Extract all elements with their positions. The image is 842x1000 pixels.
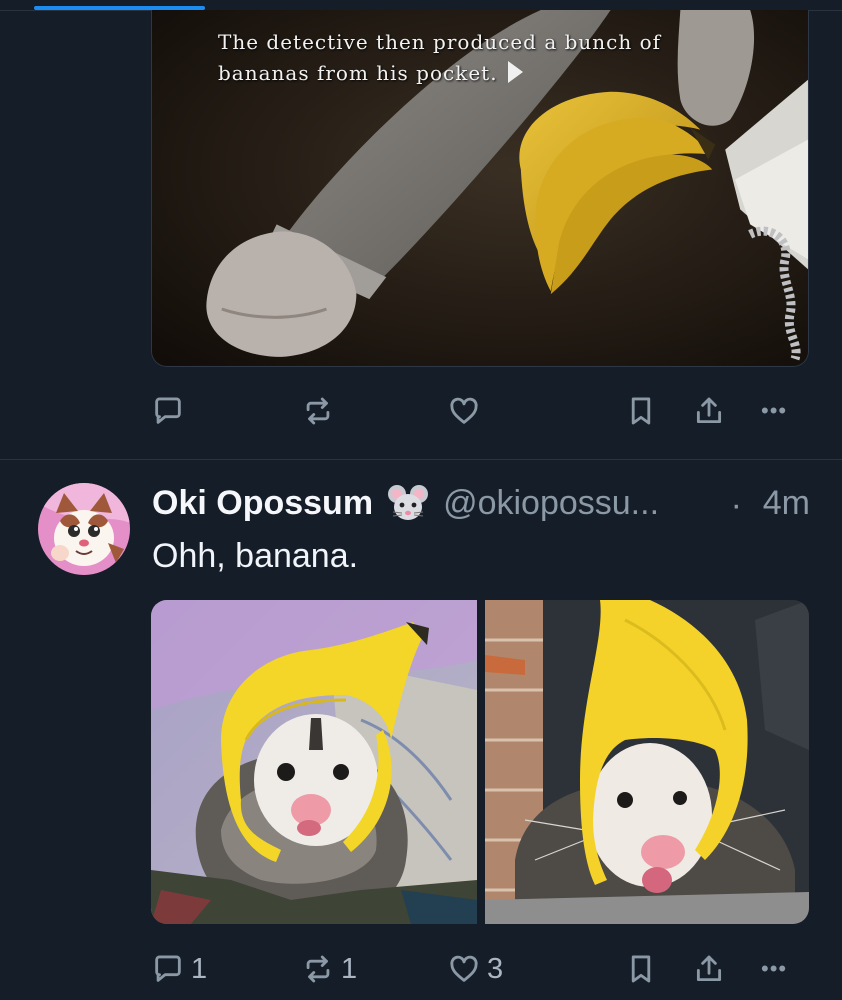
like-button[interactable] bbox=[447, 393, 487, 429]
avatar[interactable] bbox=[38, 483, 130, 575]
reply-icon bbox=[155, 397, 181, 424]
dialogue-caption: The detective then produced a bunch of b… bbox=[218, 27, 688, 89]
meta-separator: · bbox=[730, 486, 742, 524]
more-icon: ••• bbox=[761, 956, 788, 981]
post-divider bbox=[0, 459, 842, 460]
like-count: 3 bbox=[487, 952, 504, 985]
reply-button[interactable] bbox=[151, 393, 191, 429]
post-image-game-screenshot[interactable]: The detective then produced a bunch of b… bbox=[151, 10, 809, 367]
bookmark-icon bbox=[631, 397, 651, 425]
caption-line-1: The detective then produced a bunch of bbox=[218, 30, 662, 54]
repost-button[interactable]: 1 bbox=[301, 951, 357, 987]
reply-button[interactable]: 1 bbox=[151, 951, 207, 987]
bookmark-button[interactable] bbox=[624, 393, 658, 429]
bookmark-button[interactable] bbox=[624, 951, 658, 987]
reply-count: 1 bbox=[191, 952, 208, 985]
share-icon bbox=[696, 397, 722, 424]
repost-button[interactable] bbox=[301, 393, 341, 429]
repost-icon bbox=[306, 397, 330, 425]
opossum-banana-hat-photo-2 bbox=[485, 600, 809, 924]
share-icon bbox=[696, 955, 722, 982]
heart-icon bbox=[450, 955, 478, 982]
advance-arrow-icon bbox=[507, 61, 523, 83]
post-author-row: Oki Opossum @okiopossu... · 4m bbox=[152, 480, 812, 526]
opossum-avatar-image bbox=[38, 483, 130, 575]
like-button[interactable]: 3 bbox=[447, 951, 503, 987]
post-image-1[interactable] bbox=[151, 600, 477, 924]
bookmark-icon bbox=[631, 955, 651, 983]
repost-count: 1 bbox=[341, 952, 358, 985]
opossum-banana-hat-photo-1 bbox=[151, 600, 477, 924]
share-button[interactable] bbox=[692, 393, 726, 429]
reply-icon bbox=[155, 955, 181, 982]
post-text: Ohh, banana. bbox=[152, 537, 359, 575]
more-options-button[interactable]: ••• bbox=[761, 951, 787, 987]
repost-icon bbox=[306, 955, 330, 983]
share-button[interactable] bbox=[692, 951, 726, 987]
author-display-name[interactable]: Oki Opossum bbox=[152, 484, 373, 523]
caption-line-2: bananas from his pocket. bbox=[218, 61, 498, 85]
more-icon: ••• bbox=[761, 398, 788, 423]
heart-icon bbox=[450, 397, 478, 424]
mouse-face-icon bbox=[388, 485, 429, 520]
post-actions: ••• bbox=[151, 393, 811, 429]
post-timestamp[interactable]: 4m bbox=[763, 484, 810, 523]
author-handle[interactable]: @okiopossu... bbox=[443, 484, 659, 523]
post-actions: 1 1 3 ••• bbox=[151, 951, 811, 987]
more-options-button[interactable]: ••• bbox=[761, 393, 787, 429]
post-image-2[interactable] bbox=[485, 600, 809, 924]
